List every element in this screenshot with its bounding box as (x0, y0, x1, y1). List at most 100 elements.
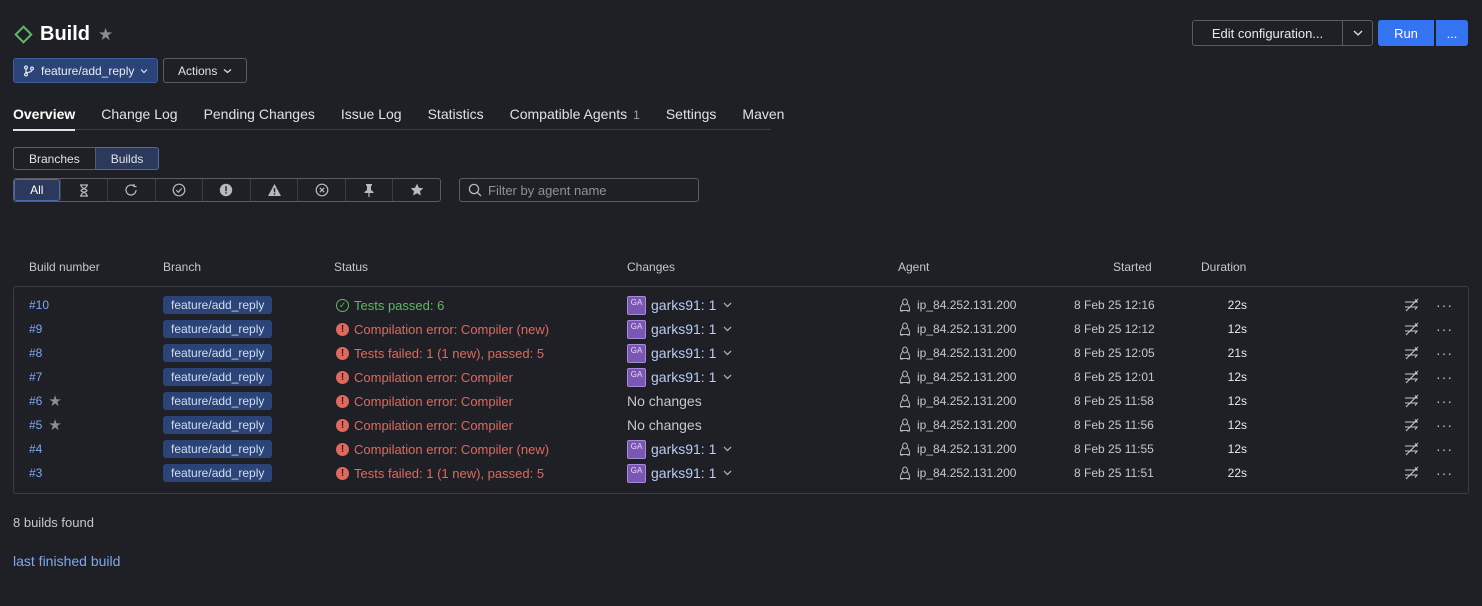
branch-badge[interactable]: feature/add_reply (163, 368, 273, 386)
tag-pin-icon[interactable] (1404, 293, 1420, 317)
row-more-button[interactable]: ··· (1436, 461, 1453, 485)
status-cell[interactable]: ! Compilation error: Compiler (336, 413, 513, 437)
agent-name[interactable]: ip_84.252.131.200 (917, 322, 1016, 336)
cancelled-icon[interactable] (297, 179, 345, 201)
tab-overview[interactable]: Overview (13, 100, 76, 131)
header-started[interactable]: Started (1113, 260, 1152, 274)
table-row[interactable]: #6 ★ feature/add_reply ! Compilation err… (0, 389, 1482, 413)
success-icon[interactable] (154, 179, 203, 201)
row-more-button[interactable]: ··· (1436, 389, 1453, 413)
changes-text[interactable]: garks91: 1 (651, 465, 716, 481)
build-number-link[interactable]: #10 (29, 293, 49, 317)
tag-pin-icon[interactable] (1404, 461, 1420, 485)
branch-badge[interactable]: feature/add_reply (163, 416, 273, 434)
tag-pin-icon[interactable] (1404, 317, 1420, 341)
row-more-button[interactable]: ··· (1436, 437, 1453, 461)
tab-pending-changes[interactable]: Pending Changes (204, 100, 315, 130)
branch-badge[interactable]: feature/add_reply (163, 344, 273, 362)
tag-pin-icon[interactable] (1404, 365, 1420, 389)
build-number-link[interactable]: #6 ★ (29, 389, 62, 413)
build-number-link[interactable]: #3 (29, 461, 42, 485)
tag-pin-icon[interactable] (1404, 389, 1420, 413)
filter-all[interactable]: All (14, 179, 60, 201)
tag-pin-icon[interactable] (1404, 437, 1420, 461)
table-row[interactable]: #4 feature/add_reply ! Compilation error… (0, 437, 1482, 461)
tab-settings[interactable]: Settings (666, 100, 717, 130)
agent-name[interactable]: ip_84.252.131.200 (917, 298, 1016, 312)
tab-maven[interactable]: Maven (742, 100, 784, 130)
header-agent[interactable]: Agent (898, 260, 929, 274)
agent-name[interactable]: ip_84.252.131.200 (917, 346, 1016, 360)
failure-icon[interactable] (202, 179, 250, 201)
builds-toggle[interactable]: Builds (95, 147, 160, 170)
status-cell[interactable]: ! Compilation error: Compiler (336, 389, 513, 413)
header-status[interactable]: Status (334, 260, 368, 274)
pin-icon[interactable] (344, 179, 393, 201)
chevron-down-icon[interactable] (723, 468, 732, 479)
changes-text[interactable]: garks91: 1 (651, 441, 716, 457)
branch-badge[interactable]: feature/add_reply (163, 296, 273, 314)
changes-text[interactable]: garks91: 1 (651, 369, 716, 385)
tab-issue-log[interactable]: Issue Log (341, 100, 402, 130)
agent-name[interactable]: ip_84.252.131.200 (917, 370, 1016, 384)
build-number-link[interactable]: #5 ★ (29, 413, 62, 437)
last-finished-build-link[interactable]: last finished build (13, 553, 120, 569)
row-more-button[interactable]: ··· (1436, 365, 1453, 389)
chevron-down-icon[interactable] (723, 348, 732, 359)
star-icon[interactable] (392, 179, 440, 201)
table-row[interactable]: #7 feature/add_reply ! Compilation error… (0, 365, 1482, 389)
changes-text[interactable]: garks91: 1 (651, 297, 716, 313)
branch-badge[interactable]: feature/add_reply (163, 440, 273, 458)
tag-pin-icon[interactable] (1404, 413, 1420, 437)
status-cell[interactable]: ✓ Tests passed: 6 (336, 293, 444, 317)
branch-badge[interactable]: feature/add_reply (163, 392, 273, 410)
favorite-star-icon[interactable]: ★ (98, 25, 113, 45)
agent-name[interactable]: ip_84.252.131.200 (917, 466, 1016, 480)
row-more-button[interactable]: ··· (1436, 413, 1453, 437)
agent-name[interactable]: ip_84.252.131.200 (917, 418, 1016, 432)
row-more-button[interactable]: ··· (1436, 341, 1453, 365)
table-row[interactable]: #3 feature/add_reply ! Tests failed: 1 (… (0, 461, 1482, 485)
header-changes[interactable]: Changes (627, 260, 675, 274)
changes-text[interactable]: garks91: 1 (651, 345, 716, 361)
tag-pin-icon[interactable] (1404, 341, 1420, 365)
build-number-link[interactable]: #7 (29, 365, 42, 389)
status-cell[interactable]: ! Compilation error: Compiler (new) (336, 437, 549, 461)
changes-text[interactable]: garks91: 1 (651, 321, 716, 337)
running-icon[interactable] (107, 179, 155, 201)
status-cell[interactable]: ! Compilation error: Compiler (new) (336, 317, 549, 341)
tab-change-log[interactable]: Change Log (101, 100, 177, 130)
status-cell[interactable]: ! Tests failed: 1 (1 new), passed: 5 (336, 341, 544, 365)
table-row[interactable]: #9 feature/add_reply ! Compilation error… (0, 317, 1482, 341)
branches-toggle[interactable]: Branches (13, 147, 96, 170)
edit-configuration-button[interactable]: Edit configuration... (1192, 20, 1343, 46)
header-duration[interactable]: Duration (1201, 260, 1246, 274)
build-number-link[interactable]: #9 (29, 317, 42, 341)
table-row[interactable]: #8 feature/add_reply ! Tests failed: 1 (… (0, 341, 1482, 365)
chevron-down-icon[interactable] (723, 324, 732, 335)
status-cell[interactable]: ! Tests failed: 1 (1 new), passed: 5 (336, 461, 544, 485)
branch-badge[interactable]: feature/add_reply (163, 464, 273, 482)
hourglass-icon[interactable] (59, 179, 108, 201)
run-options-button[interactable]: ... (1436, 20, 1468, 46)
tab-statistics[interactable]: Statistics (428, 100, 484, 130)
build-number-link[interactable]: #8 (29, 341, 42, 365)
chevron-down-icon[interactable] (723, 300, 732, 311)
agent-name[interactable]: ip_84.252.131.200 (917, 394, 1016, 408)
chevron-down-icon[interactable] (723, 372, 732, 383)
agent-name[interactable]: ip_84.252.131.200 (917, 442, 1016, 456)
edit-configuration-dropdown[interactable] (1342, 20, 1373, 46)
branch-selector[interactable]: feature/add_reply (13, 58, 159, 83)
header-branch[interactable]: Branch (163, 260, 201, 274)
agent-filter-input[interactable] (488, 182, 688, 198)
header-build-number[interactable]: Build number (29, 260, 100, 274)
table-row[interactable]: #10 feature/add_reply ✓ Tests passed: 6 … (0, 293, 1482, 317)
tab-compatible-agents[interactable]: Compatible Agents 1 (510, 100, 640, 130)
row-more-button[interactable]: ··· (1436, 317, 1453, 341)
warning-icon[interactable] (249, 179, 298, 201)
actions-button[interactable]: Actions (163, 58, 248, 83)
branch-badge[interactable]: feature/add_reply (163, 320, 273, 338)
status-cell[interactable]: ! Compilation error: Compiler (336, 365, 513, 389)
run-button[interactable]: Run (1378, 20, 1434, 46)
table-row[interactable]: #5 ★ feature/add_reply ! Compilation err… (0, 413, 1482, 437)
